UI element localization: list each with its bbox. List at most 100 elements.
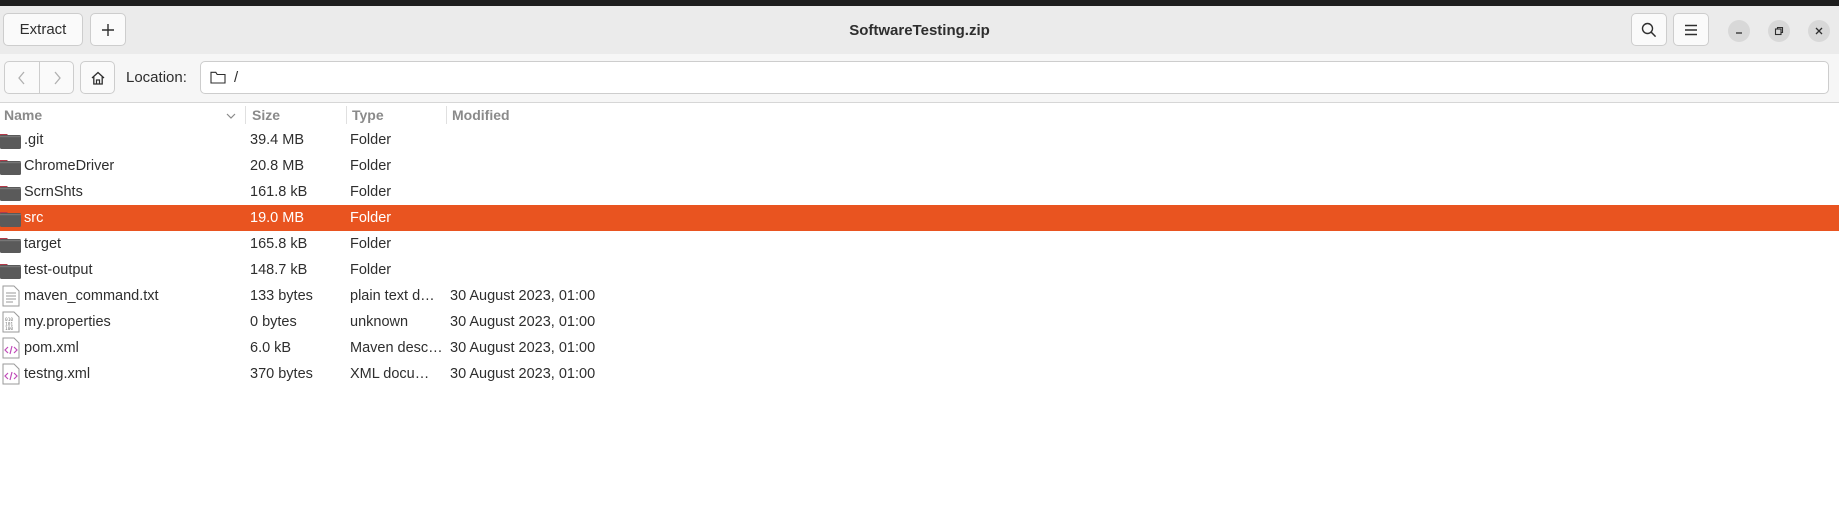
search-button[interactable] [1631,13,1667,46]
file-modified [450,231,650,257]
column-header-name-label: Name [4,107,43,123]
file-name: src [24,210,44,226]
menu-button[interactable] [1673,13,1709,46]
file-type: unknown [350,314,409,330]
location-label: Location: [126,69,187,86]
file-type: Folder [350,210,392,226]
add-files-button[interactable] [90,13,126,46]
location-bar: Location: / [0,54,1839,102]
minimize-button[interactable] [1728,20,1750,42]
file-size: 39.4 MB [250,132,304,148]
file-type: plain text d… [350,288,435,304]
folder-icon [0,257,22,283]
column-header-type[interactable]: Type [348,103,446,127]
folder-icon [0,127,22,153]
file-modified [450,205,650,231]
file-row[interactable]: target 165.8 kB Folder [0,231,1839,257]
column-header-modified[interactable]: Modified [448,103,648,127]
file-size: 6.0 kB [250,340,292,356]
file-modified [450,127,650,153]
file-row[interactable]: maven_command.txt 133 bytes plain text d… [0,283,1839,309]
file-name: maven_command.txt [24,288,159,304]
file-row[interactable]: src 19.0 MB Folder [0,205,1839,231]
file-type: Folder [350,158,392,174]
plus-icon [102,23,114,36]
close-icon [1815,27,1823,35]
search-icon [1641,22,1657,37]
file-name: target [24,236,62,252]
file-modified: 30 August 2023, 01:00 [450,366,596,382]
column-header-name[interactable]: Name [0,103,244,127]
file-size: 0 bytes [250,314,297,330]
navigation-buttons [4,61,74,94]
file-size: 19.0 MB [250,210,304,226]
file-row[interactable]: 010 101 100 my.properties 0 bytes unknown … [0,309,1839,335]
file-name: my.properties [24,314,111,330]
file-type: Folder [350,262,392,278]
file-name: ScrnShts [24,184,83,200]
xml-file-icon [0,361,22,387]
file-name: .git [24,132,44,148]
file-type: XML docu… [350,366,430,382]
file-row[interactable]: pom.xml 6.0 kB Maven desc… 30 August 202… [0,335,1839,361]
sort-chevron-down-icon [226,113,236,119]
column-header-type-label: Type [352,107,384,123]
file-modified: 30 August 2023, 01:00 [450,340,596,356]
back-button[interactable] [5,62,39,93]
file-size: 20.8 MB [250,158,304,174]
location-field[interactable]: / [200,61,1829,94]
column-separator [346,106,347,124]
home-button[interactable] [80,61,115,94]
location-path: / [234,69,239,86]
file-modified: 30 August 2023, 01:00 [450,288,596,304]
close-button[interactable] [1808,20,1830,42]
file-row[interactable]: test-output 148.7 kB Folder [0,257,1839,283]
restore-icon [1774,26,1784,36]
file-name: testng.xml [24,366,91,382]
folder-outline-icon [210,71,226,84]
folder-icon [0,231,22,257]
xml-file-icon [0,335,22,361]
file-modified [450,257,650,283]
file-row[interactable]: ChromeDriver 20.8 MB Folder [0,153,1839,179]
file-size: 148.7 kB [250,262,308,278]
folder-icon [0,153,22,179]
column-header-size-label: Size [252,107,281,123]
file-size: 165.8 kB [250,236,308,252]
file-size: 133 bytes [250,288,313,304]
chevron-left-icon [18,71,25,84]
file-name: pom.xml [24,340,79,356]
file-modified [450,179,650,205]
file-row[interactable]: ScrnShts 161.8 kB Folder [0,179,1839,205]
column-header-modified-label: Modified [452,107,510,123]
file-row[interactable]: .git 39.4 MB Folder [0,127,1839,153]
home-icon [91,71,104,85]
column-separator [245,106,246,124]
chevron-right-icon [54,71,61,84]
binary-file-icon: 010 101 100 [0,309,22,335]
window-title: SoftwareTesting.zip [849,21,990,39]
file-modified [450,153,650,179]
folder-icon [0,179,22,205]
file-type: Folder [350,236,392,252]
file-type: Maven desc… [350,340,442,356]
maximize-button[interactable] [1768,20,1790,42]
column-separator [446,106,447,124]
text-file-icon [0,283,22,309]
file-list: .git 39.4 MB Folder ChromeDriver 20.8 MB… [0,127,1839,387]
svg-text:100: 100 [5,326,13,332]
folder-icon [0,205,22,231]
file-type: Folder [350,132,392,148]
file-name: ChromeDriver [24,158,115,174]
file-modified: 30 August 2023, 01:00 [450,314,596,330]
file-size: 370 bytes [250,366,313,382]
minimize-icon [1736,32,1742,34]
file-row[interactable]: testng.xml 370 bytes XML docu… 30 August… [0,361,1839,387]
file-name: test-output [24,262,93,278]
column-header-size[interactable]: Size [248,103,346,127]
extract-button-label: Extract [19,21,67,38]
extract-button[interactable]: Extract [3,13,83,46]
forward-button[interactable] [39,62,73,93]
file-type: Folder [350,184,392,200]
file-size: 161.8 kB [250,184,308,200]
